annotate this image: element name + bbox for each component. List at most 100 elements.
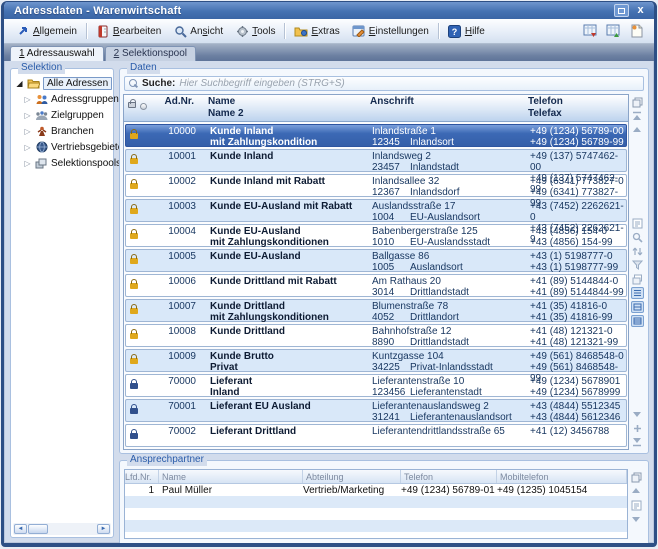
cell-name: Kunde EU-Auslandmit Zahlungskonditionen [200,225,372,246]
rowview-medium-icon[interactable] [631,301,644,313]
table-row[interactable]: 10007Kunde Drittlandmit Zahlungskonditio… [125,299,627,322]
table-row[interactable]: 70000LieferantInlandLieferantenstraße 10… [125,374,627,397]
scroll-bottom-icon[interactable] [631,436,644,448]
copy-icon[interactable] [631,96,644,108]
contact-row[interactable]: 1Paul MüllerVertrieb/Marketing+49 (1234)… [125,484,627,496]
table-row[interactable]: 10006Kunde Drittland mit RabattAm Rathau… [125,274,627,297]
close-icon[interactable]: x [633,4,648,17]
contact-table: Lfd.Nr. Name Abteilung Telefon Mobiltele… [124,469,628,539]
cell-anschrift: Babenbergerstraße 1251010EU-Auslandsstad… [372,225,530,246]
scroll-right-icon[interactable]: ► [97,524,110,534]
folder-open-icon [27,77,40,89]
sales-territories-icon [35,141,48,153]
tree-item-branchen[interactable]: ▷Branchen [15,123,111,139]
contact-empty-row[interactable] [125,508,627,520]
address-table: Ad.Nr. Name Name 2 Anschrift Telefon Tel… [123,94,629,450]
search-input[interactable]: Suche: Hier Suchbegriff eingeben (STRG+S… [124,76,644,91]
cell-anschrift: Inlandsallee 3212367Inlandsdorf [372,175,530,196]
copy-icon[interactable] [630,471,643,483]
tree-item-label: Selektionspools [51,158,121,169]
tree-expander-icon[interactable]: ▷ [23,95,32,104]
cell-anschrift: Lieferantendrittlandsstraße 65 [372,425,530,446]
duplicate-icon[interactable] [631,273,644,285]
tree-expander-icon[interactable]: ▷ [23,127,32,136]
cell-telefon: +49 (137) 5747462-00+49 (137) 5747462-99 [530,150,626,171]
table-row[interactable]: 70002Lieferant DrittlandLieferantendritt… [125,424,627,447]
menu-item-bearbeiten[interactable]: Bearbeiten [90,22,167,40]
column-telefon: Telefon [528,96,628,108]
menu-item-allgemein[interactable]: Allgemein [10,22,83,40]
menu-item-extras[interactable]: Extras [288,22,345,40]
cell-anschrift: Bahnhofstraße 128890Drittlandstadt [372,325,530,346]
contact-table-header[interactable]: Lfd.Nr. Name Abteilung Telefon Mobiltele… [125,470,627,484]
tree-expander-icon[interactable]: ▷ [23,159,32,168]
scroll-up-icon[interactable] [630,485,643,497]
address-table-header[interactable]: Ad.Nr. Name Name 2 Anschrift Telefon Tel… [124,95,628,122]
table-row[interactable]: 10004Kunde EU-Auslandmit Zahlungskonditi… [125,224,627,247]
selection-pools-icon [35,157,48,169]
scroll-down-icon[interactable] [630,513,643,525]
lock-column-icon [128,102,136,108]
scroll-down-icon[interactable] [631,408,644,420]
tree-item-vertriebsgebiete[interactable]: ▷Vertriebsgebiete [15,139,111,155]
table-import-icon[interactable] [605,23,623,39]
table-row[interactable]: 10001Kunde InlandInlandsweg 223457Inland… [125,149,627,172]
restore-icon[interactable] [614,4,629,17]
rowview-large-icon[interactable] [631,315,644,327]
filter-icon[interactable] [631,259,644,271]
search-icon [129,79,138,88]
sort-icon[interactable] [631,245,644,257]
menu-item-tools[interactable]: Tools [229,22,281,40]
menu-item-einstellungen[interactable]: Einstellungen [346,22,435,40]
table-row[interactable]: 10003Kunde EU-Ausland mit RabattAuslands… [125,199,627,222]
table-export-icon[interactable] [582,23,600,39]
horizontal-scrollbar[interactable]: ◄ ► [13,523,111,535]
tree-expander-icon[interactable]: ▷ [23,143,32,152]
table-row[interactable]: 10008Kunde DrittlandBahnhofstraße 128890… [125,324,627,347]
tree-expander-icon[interactable]: ◢ [15,79,24,88]
cell-adnr: 10008 [156,325,200,346]
column-anschrift[interactable]: Anschrift [370,96,528,121]
rowview-small-icon[interactable] [631,287,644,299]
tree-item-adressgruppen[interactable]: ▷Adressgruppen [15,91,111,107]
tab-2-selektionspool[interactable]: 2 Selektionspool [105,46,196,61]
table-row[interactable]: 10002Kunde Inland mit RabattInlandsallee… [125,174,627,197]
table-row[interactable]: 10009Kunde BruttoPrivatKuntzgasse 104342… [125,349,627,372]
cell-name: Kunde Inland [200,150,372,171]
contact-empty-row[interactable] [125,496,627,508]
menu-item-ansicht[interactable]: Ansicht [167,22,229,40]
tab-strip: 1 Adressauswahl2 Selektionspool [4,44,654,61]
scroll-left-icon[interactable]: ◄ [14,524,27,534]
contact-empty-row[interactable] [125,520,627,532]
new-document-icon[interactable] [628,23,646,39]
contact-side-toolbar [628,469,644,539]
table-row[interactable]: 10000Kunde Inlandmit ZahlungskonditionIn… [125,124,627,147]
contact-empty-row[interactable] [125,532,627,539]
lock-icon [130,433,138,439]
table-row[interactable]: 70001Lieferant EU AuslandLieferantenausl… [125,399,627,422]
lock-icon [130,233,138,239]
contact-column-name: Name [159,470,303,483]
tab-1-adressauswahl[interactable]: 1 Adressauswahl [10,46,104,61]
tree-item-selektionspools[interactable]: ▷Selektionspools [15,155,111,171]
right-column: Daten Suche: Hier Suchbegriff eingeben (… [119,68,649,538]
details-icon[interactable] [631,217,644,229]
menu-item-label: Tools [252,26,275,37]
cell-telefon: +43 (4844) 5512345+43 (4844) 5612346 [530,400,626,421]
table-row[interactable]: 10005Kunde EU-AuslandBallgasse 861005Aus… [125,249,627,272]
scrollbar-thumb[interactable] [28,524,48,534]
tree-expander-icon[interactable]: ▷ [23,111,32,120]
details-icon[interactable] [630,499,643,511]
menu-item-hilfe[interactable]: ?Hilfe [442,22,491,40]
lock-icon [130,133,138,139]
scroll-up-icon[interactable] [631,124,644,136]
column-adnr[interactable]: Ad.Nr. [154,96,198,121]
tree-item-alle-adressen[interactable]: ◢Alle Adressen [15,75,111,91]
add-icon[interactable] [631,422,644,434]
zoom-icon[interactable] [631,231,644,243]
cell-adnr: 10009 [156,350,200,371]
lock-icon [130,258,138,264]
tree-item-zielgruppen[interactable]: ▷Zielgruppen [15,107,111,123]
scroll-top-icon[interactable] [631,110,644,122]
cell-adnr: 70002 [156,425,200,446]
